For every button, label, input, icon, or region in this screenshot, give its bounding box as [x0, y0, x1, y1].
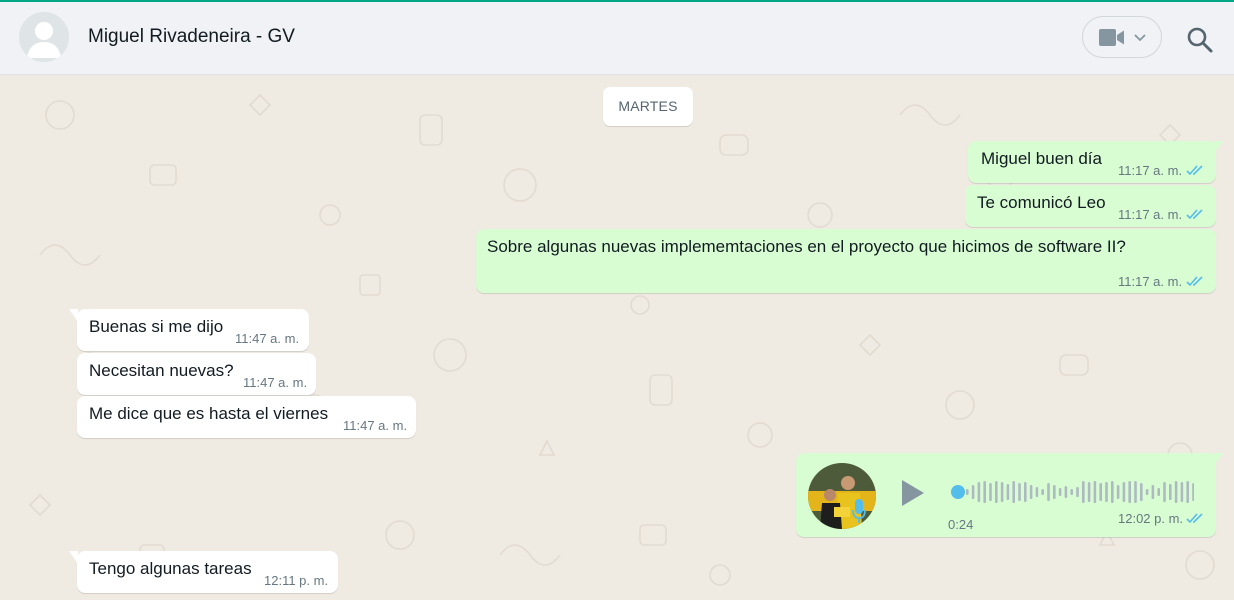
waveform-bar	[1111, 481, 1114, 503]
message-text: Necesitan nuevas?	[89, 361, 234, 380]
waveform-bar	[1116, 485, 1120, 499]
microphone-icon	[852, 499, 866, 523]
message-bubble-incoming[interactable]: Necesitan nuevas? 11:47 a. m.	[77, 353, 316, 395]
waveform-bar	[1093, 481, 1097, 503]
waveform-bar	[1064, 486, 1068, 498]
message-text: Buenas si me dijo	[89, 317, 224, 336]
waveform-bar	[1006, 484, 1010, 500]
read-receipt-icon	[1186, 276, 1203, 287]
waveform-bar	[1041, 489, 1044, 495]
message-text: Me dice que es hasta el viernes	[89, 404, 329, 423]
waveform-bar	[983, 481, 986, 503]
default-avatar-icon	[19, 12, 69, 62]
voice-message-bubble[interactable]: 0:24 12:02 p. m.	[796, 453, 1223, 537]
read-receipt-icon	[1186, 513, 1203, 524]
waveform-bar	[1163, 482, 1166, 502]
message-text: Te comunicó Leo	[977, 193, 1106, 212]
waveform-bar	[995, 481, 998, 503]
message-bubble-outgoing[interactable]: Miguel buen día 11:17 a. m.	[968, 141, 1223, 183]
message-text: Miguel buen día	[981, 149, 1102, 168]
waveform-bar	[1035, 487, 1039, 497]
message-bubble-incoming[interactable]: Tengo algunas tareas 12:11 p. m.	[69, 551, 338, 593]
message-bubble-outgoing[interactable]: Sobre algunas nuevas implememtaciones en…	[476, 229, 1216, 293]
bubble-tail	[1214, 141, 1223, 154]
waveform-bar	[1186, 481, 1189, 503]
waveform-progress-handle[interactable]	[951, 485, 965, 499]
message-time: 12:02 p. m.	[1118, 511, 1184, 526]
waveform-bar	[1151, 485, 1155, 499]
date-separator: MARTES	[603, 87, 693, 126]
waveform-bar	[966, 489, 969, 495]
waveform-bar	[1029, 485, 1033, 499]
message-time: 11:47 a. m.	[343, 418, 408, 433]
message-text: Tengo algunas tareas	[89, 559, 252, 578]
waveform-bar	[1134, 481, 1137, 503]
waveform-bar	[1099, 483, 1102, 501]
message-time: 11:17 a. m.	[1118, 163, 1183, 178]
waveform-bar	[1058, 488, 1062, 496]
waveform-bar	[1087, 482, 1091, 502]
waveform-bar	[1174, 481, 1178, 503]
contact-name[interactable]: Miguel Rivadeneira - GV	[88, 26, 295, 48]
waveform-bar	[1157, 488, 1160, 496]
waveform-bar	[1076, 487, 1079, 497]
waveform-bar	[1169, 484, 1172, 500]
waveform-bar	[1122, 482, 1126, 502]
waveform-bar	[989, 483, 992, 501]
message-bubble-incoming[interactable]: Buenas si me dijo 11:47 a. m.	[69, 309, 309, 351]
contact-avatar[interactable]	[19, 12, 69, 62]
message-time: 11:17 a. m.	[1118, 207, 1183, 222]
waveform-bar	[1053, 485, 1056, 499]
video-camera-icon	[1099, 29, 1124, 46]
waveform-bar	[971, 485, 975, 499]
video-call-button[interactable]	[1082, 16, 1162, 58]
message-time: 11:17 a. m.	[1118, 274, 1183, 289]
waveform-bar	[1105, 482, 1108, 502]
read-receipt-icon	[1186, 165, 1203, 176]
message-time: 11:47 a. m.	[235, 331, 300, 346]
voice-waveform[interactable]	[948, 477, 1194, 507]
chat-header: Miguel Rivadeneira - GV	[0, 2, 1234, 75]
read-receipt-icon	[1186, 209, 1203, 220]
message-bubble-outgoing[interactable]: Te comunicó Leo 11:17 a. m.	[965, 185, 1216, 227]
waveform-bar	[1012, 481, 1015, 503]
waveform-bar	[1145, 489, 1149, 495]
play-icon[interactable]	[900, 479, 926, 507]
waveform-bar	[1180, 482, 1184, 502]
bubble-tail	[1214, 453, 1223, 466]
waveform-bar	[1140, 483, 1143, 501]
chevron-down-icon	[1134, 34, 1146, 42]
waveform-bar	[977, 482, 981, 502]
waveform-bar	[1000, 482, 1004, 502]
message-text: Sobre algunas nuevas implememtaciones en…	[487, 237, 1126, 256]
waveform-bar	[1018, 483, 1021, 501]
message-list[interactable]: MARTES Miguel buen día 11:17 a. m. Te co…	[0, 75, 1234, 600]
waveform-bar	[1047, 483, 1050, 501]
message-bubble-incoming[interactable]: Me dice que es hasta el viernes 11:47 a.…	[77, 396, 416, 438]
waveform-bar	[1192, 483, 1194, 501]
waveform-bar	[1024, 482, 1027, 502]
waveform-bar	[1128, 481, 1131, 503]
voice-duration: 0:24	[948, 517, 974, 532]
bubble-tail	[69, 551, 78, 564]
message-time: 11:47 a. m.	[243, 375, 308, 390]
waveform-bar	[1070, 489, 1073, 495]
message-time: 12:11 p. m.	[264, 573, 329, 588]
waveform-bar	[1082, 481, 1085, 503]
bubble-tail	[69, 309, 78, 322]
search-icon[interactable]	[1186, 26, 1214, 54]
